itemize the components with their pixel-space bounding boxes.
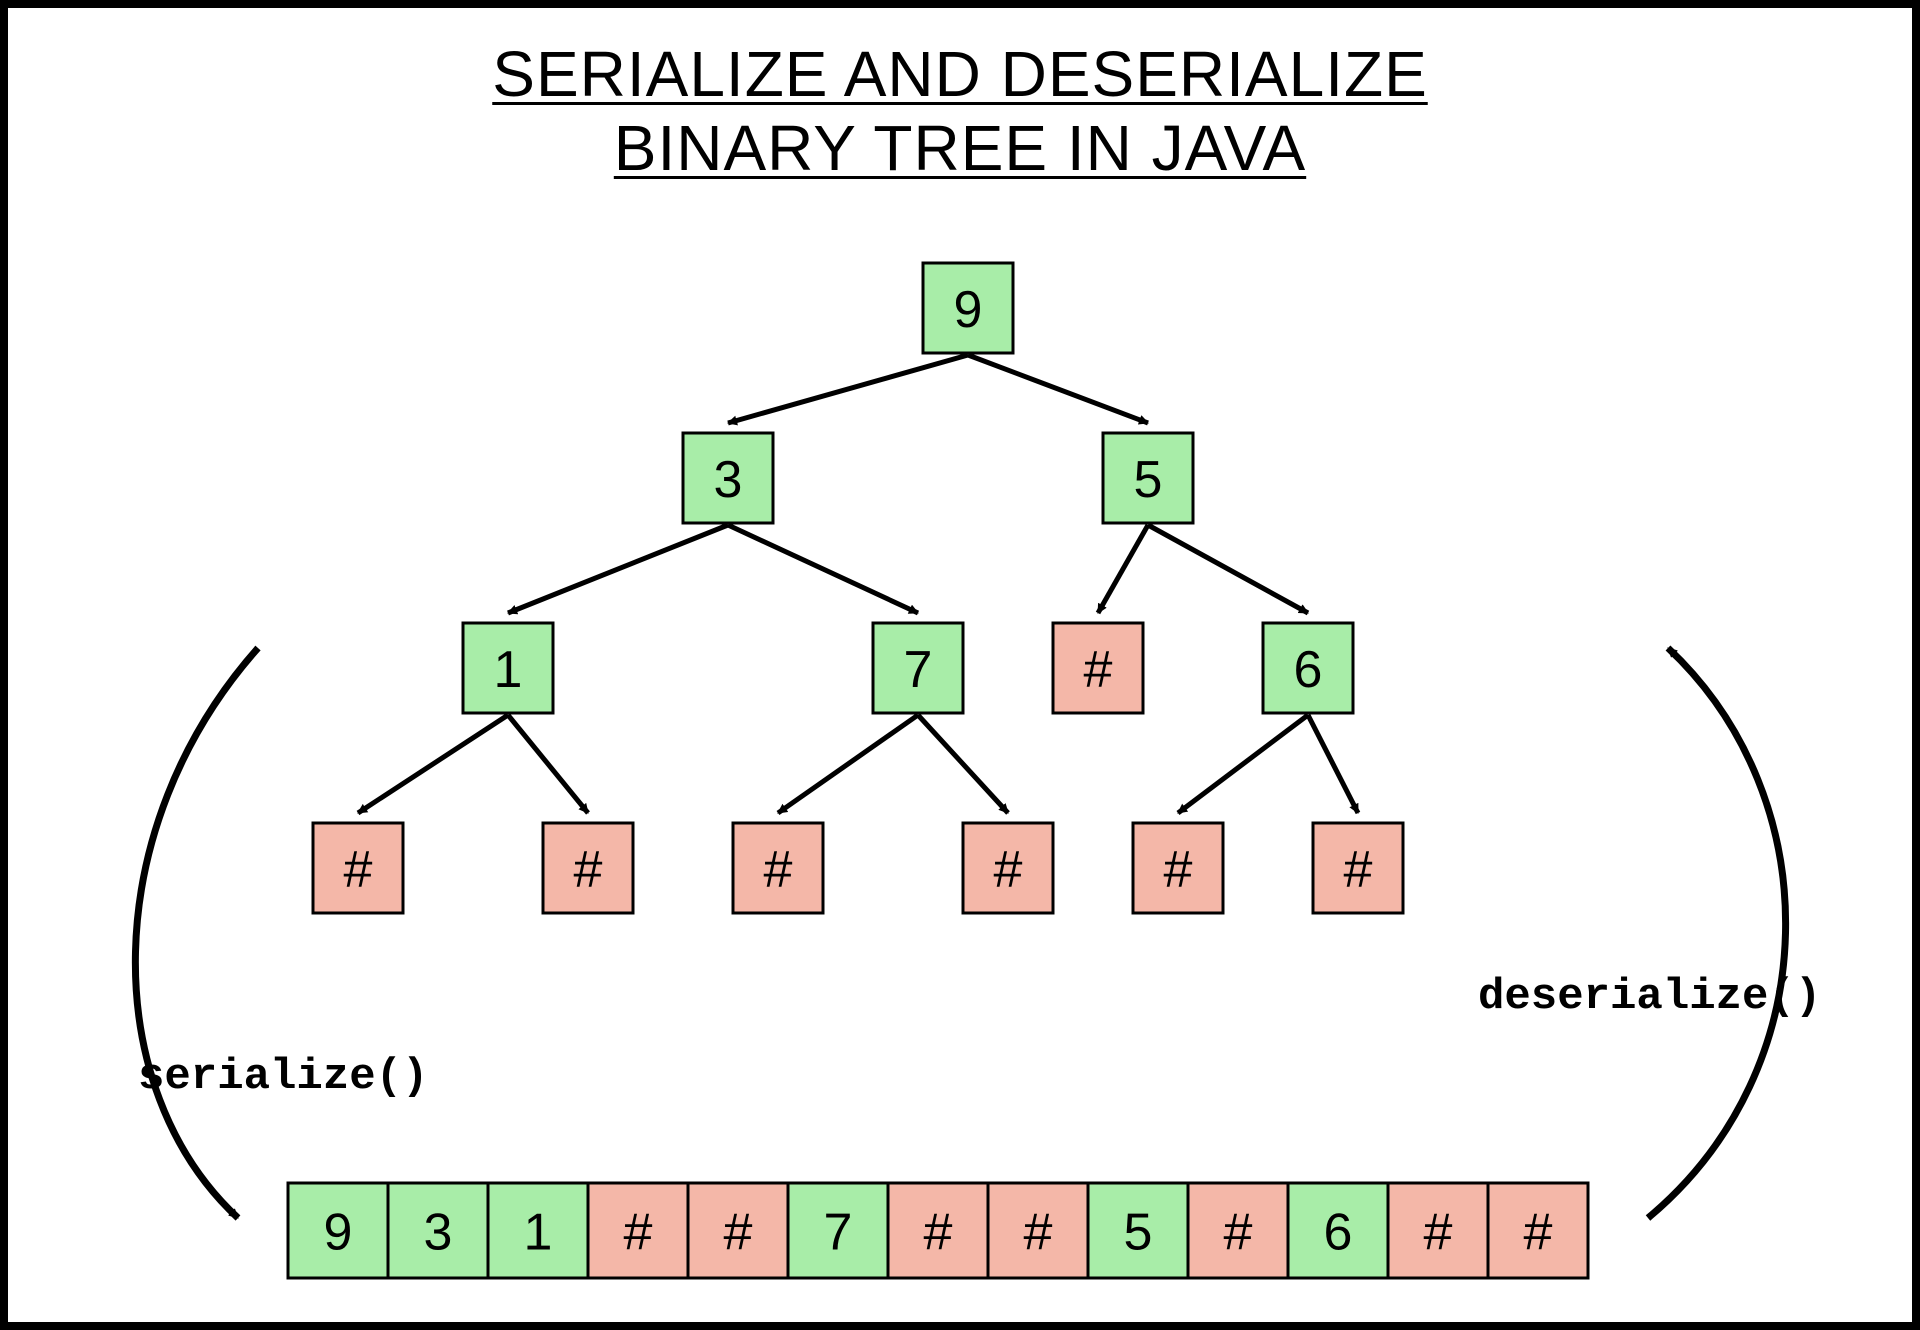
strip-cell-value: 3 [388,1183,488,1278]
strip-cell-value: 1 [488,1183,588,1278]
tree-node-value: 7 [873,623,963,713]
tree-node-value: 3 [683,433,773,523]
tree-edge [1098,525,1148,613]
svg-text:deserialize(): deserialize() [1478,972,1821,1022]
strip-cell-value: 5 [1088,1183,1188,1278]
tree-nodes: 9 3 5 1 7 #6 # # # # # # [313,263,1403,913]
tree-node-null: # [543,823,633,913]
strip-cell-null: # [1488,1183,1588,1278]
tree-node-value: 5 [1103,433,1193,523]
tree-edge [918,715,1008,813]
svg-text:#: # [624,1204,653,1262]
svg-text:#: # [1024,1204,1053,1262]
svg-text:#: # [1344,841,1373,899]
tree-edge [1148,525,1308,613]
svg-text:serialize(): serialize() [138,1052,428,1102]
diagram-frame: SERIALIZE AND DESERIALIZE BINARY TREE IN… [0,0,1920,1330]
svg-text:#: # [344,841,373,899]
svg-text:#: # [924,1204,953,1262]
tree-node-null: # [1133,823,1223,913]
tree-node-value: 6 [1263,623,1353,713]
svg-text:1: 1 [524,1204,553,1262]
svg-text:9: 9 [954,281,983,339]
svg-text:#: # [1524,1204,1553,1262]
svg-text:9: 9 [324,1204,353,1262]
tree-edge [1308,715,1358,813]
svg-text:#: # [994,841,1023,899]
tree-edge [728,355,968,423]
tree-node-null: # [733,823,823,913]
svg-text:#: # [574,841,603,899]
tree-edge [1178,715,1308,813]
svg-text:6: 6 [1294,641,1323,699]
tree-node-null: # [963,823,1053,913]
tree-node-value: 9 [923,263,1013,353]
strip-cell-null: # [1388,1183,1488,1278]
svg-text:#: # [1084,641,1113,699]
svg-text:3: 3 [714,451,743,509]
svg-text:6: 6 [1324,1204,1353,1262]
strip-cell-null: # [888,1183,988,1278]
tree-node-null: # [313,823,403,913]
tree-edge [358,715,508,813]
svg-text:#: # [1224,1204,1253,1262]
svg-text:#: # [1164,841,1193,899]
svg-text:5: 5 [1134,451,1163,509]
strip-cell-null: # [1188,1183,1288,1278]
svg-text:5: 5 [1124,1204,1153,1262]
svg-text:7: 7 [904,641,933,699]
tree-node-value: 1 [463,623,553,713]
strip-cell-null: # [988,1183,1088,1278]
diagram-svg: 93517#6###### serialize() deserialize() … [8,8,1912,1322]
svg-text:#: # [764,841,793,899]
strip-cell-null: # [588,1183,688,1278]
svg-text:1: 1 [494,641,523,699]
tree-edge [508,525,728,613]
deserialize-label: deserialize() [1478,972,1821,1022]
tree-node-null: # [1053,623,1143,713]
serialized-strip: 9 3 1 # #7 # #5 #6 # # [288,1183,1588,1278]
svg-text:3: 3 [424,1204,453,1262]
strip-cell-value: 7 [788,1183,888,1278]
svg-text:7: 7 [824,1204,853,1262]
strip-cell-value: 9 [288,1183,388,1278]
tree-edge [968,355,1148,423]
tree-edge [778,715,918,813]
serialize-label: serialize() [138,1052,428,1102]
svg-text:#: # [1424,1204,1453,1262]
tree-edge [728,525,918,613]
tree-edge [508,715,588,813]
svg-text:#: # [724,1204,753,1262]
strip-cell-null: # [688,1183,788,1278]
tree-node-null: # [1313,823,1403,913]
strip-cell-value: 6 [1288,1183,1388,1278]
tree-edges [358,355,1358,813]
serialize-arrow [135,648,258,1218]
deserialize-arrow [1648,648,1786,1218]
